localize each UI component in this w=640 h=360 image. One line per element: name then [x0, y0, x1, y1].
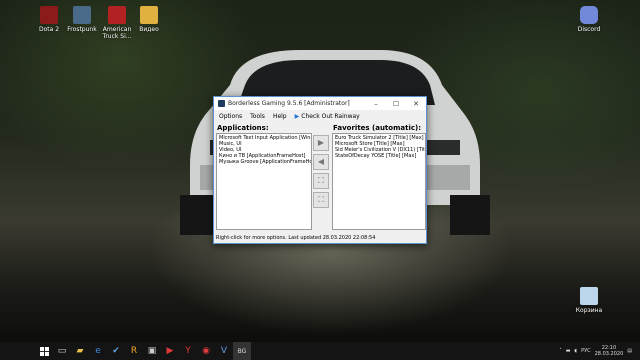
applications-list[interactable]: Microsoft Text Input Application [Window…	[216, 133, 312, 230]
windows-icon[interactable]	[35, 342, 53, 360]
language-indicator[interactable]: РУС	[581, 348, 591, 354]
remove-favorite-button[interactable]: ◀	[313, 154, 329, 170]
system-tray: ˄ ▬ ◖ РУС 22:10 28.03.2020 ▤	[559, 343, 636, 359]
task-view-icon[interactable]: ▭	[53, 342, 71, 360]
borderless-gaming-icon[interactable]: BG	[233, 342, 251, 360]
menu-options[interactable]: Options	[219, 113, 242, 120]
folder-icon	[140, 6, 158, 24]
menu-rainway[interactable]: ▶ Check Out Rainway	[295, 113, 368, 120]
vegas-icon[interactable]: V	[215, 342, 233, 360]
media-icon[interactable]: ▶	[161, 342, 179, 360]
notification-icon[interactable]: ▤	[627, 348, 632, 354]
volume-icon[interactable]: ◖	[574, 348, 577, 354]
make-borderless-button[interactable]: ⛶	[313, 173, 329, 189]
frostpunk-icon	[73, 6, 91, 24]
add-favorite-button[interactable]: ▶	[313, 135, 329, 151]
record-icon[interactable]: ◉	[197, 342, 215, 360]
borderless-gaming-app-icon	[218, 100, 225, 107]
chevron-up-icon[interactable]: ˄	[559, 348, 562, 354]
dota2-icon	[40, 6, 58, 24]
desktop-icon-discord[interactable]: Discord	[569, 6, 609, 33]
menubar: Options Tools Help ▶ Check Out Rainway	[214, 110, 426, 122]
menu-help[interactable]: Help	[273, 113, 287, 120]
edge-icon[interactable]: e	[89, 342, 107, 360]
list-item[interactable]: StateOfDecay YOSE [Title] [Max]	[335, 153, 423, 159]
favorites-list[interactable]: Euro Truck Simulator 2 [Title] [Max] Mic…	[332, 133, 426, 230]
clock[interactable]: 22:10 28.03.2020	[595, 345, 624, 357]
desktop-icon-recycle-bin[interactable]: Корзина	[569, 287, 609, 314]
favorites-heading: Favorites (automatic):	[333, 124, 421, 132]
rockstar-icon[interactable]: R	[125, 342, 143, 360]
desktop-icon-frostpunk[interactable]: Frostpunk	[62, 6, 102, 33]
network-icon[interactable]: ▬	[566, 348, 571, 354]
clock-date: 28.03.2020	[594, 351, 624, 357]
yandex-icon[interactable]: Y	[179, 342, 197, 360]
desktop: Dota 2 Frostpunk American Truck Si... Ви…	[0, 0, 640, 360]
maximize-button[interactable]: ☐	[386, 100, 406, 108]
epic-icon[interactable]: ▣	[143, 342, 161, 360]
rainway-label: Check Out Rainway	[301, 112, 360, 120]
borderless-gaming-window: Borderless Gaming 9.5.6 [Administrator] …	[213, 96, 427, 244]
applications-heading: Applications:	[217, 124, 269, 132]
recycle-bin-icon	[580, 287, 598, 305]
list-item[interactable]: Музыка Groove [ApplicationFrameHost]	[219, 159, 311, 165]
window-titlebar[interactable]: Borderless Gaming 9.5.6 [Administrator] …	[214, 97, 426, 110]
american-truck-icon	[108, 6, 126, 24]
taskbar: ▭ ▰ e ✔ R ▣ ▶ Y ◉ V BG	[0, 342, 640, 360]
menu-tools[interactable]: Tools	[250, 113, 265, 120]
discord-icon	[580, 6, 598, 24]
steam-icon[interactable]: ✔	[107, 342, 125, 360]
window-title: Borderless Gaming 9.5.6 [Administrator]	[228, 100, 350, 107]
minimize-button[interactable]: –	[366, 100, 386, 108]
desktop-icon-video-folder[interactable]: Видео	[129, 6, 169, 33]
status-bar: Right-click for more options. Last updat…	[216, 235, 376, 241]
file-explorer-icon[interactable]: ▰	[71, 342, 89, 360]
restore-window-button[interactable]: ⛶	[313, 192, 329, 208]
rainway-icon: ▶	[294, 112, 300, 120]
close-button[interactable]: ✕	[406, 100, 426, 108]
